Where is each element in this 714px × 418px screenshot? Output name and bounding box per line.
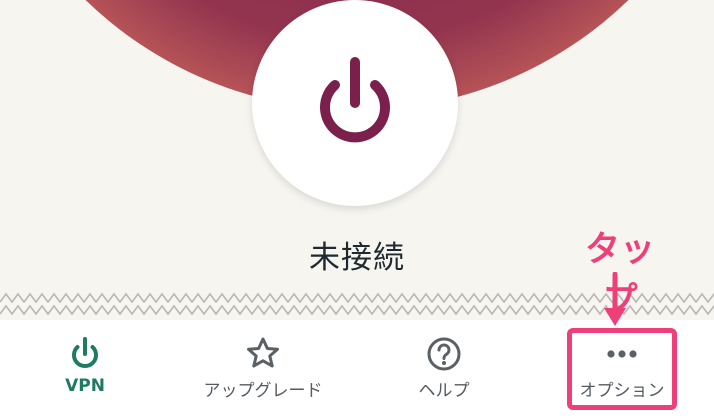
nav-label-upgrade: アップグレード — [203, 381, 323, 401]
power-icon — [72, 337, 98, 369]
nav-item-upgrade[interactable]: アップグレード — [193, 320, 333, 418]
connect-power-button[interactable] — [252, 0, 458, 206]
annotation-arrow-icon — [604, 272, 626, 326]
vpn-app-screen: 未接続 VPN アップグレード ヘルプ オプション タップ — [0, 0, 714, 418]
nav-label-help: ヘルプ — [418, 381, 470, 401]
nav-label-vpn: VPN — [65, 376, 105, 396]
question-circle-icon — [427, 337, 461, 371]
star-icon — [247, 337, 279, 368]
annotation-highlight-box — [567, 328, 677, 410]
power-icon — [320, 57, 390, 143]
nav-item-help[interactable]: ヘルプ — [394, 320, 494, 418]
connection-status: 未接続 — [309, 240, 405, 276]
nav-item-vpn[interactable]: VPN — [35, 320, 135, 418]
